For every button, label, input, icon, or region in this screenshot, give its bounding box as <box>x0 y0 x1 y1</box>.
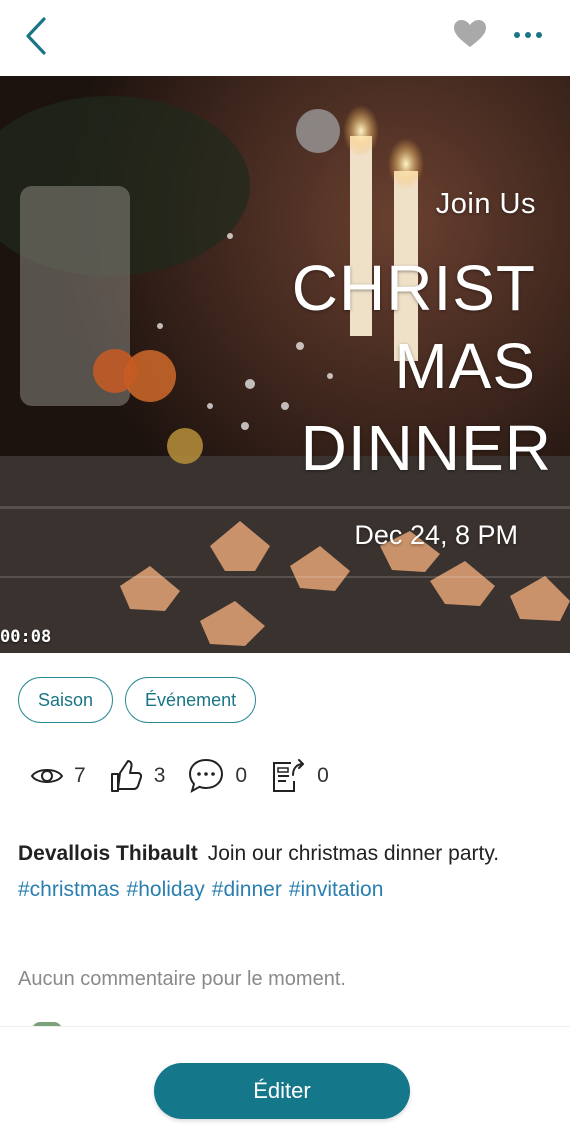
edit-button[interactable]: Éditer <box>154 1063 410 1119</box>
comments-stat[interactable]: 0 <box>187 757 247 795</box>
heart-icon <box>454 20 486 47</box>
chevron-left-icon <box>26 17 46 55</box>
author-name[interactable]: Devallois Thibault <box>18 842 198 865</box>
likes-stat[interactable]: 3 <box>108 758 166 794</box>
overlay-title-line-3: DINNER <box>300 412 552 484</box>
hashtag-link[interactable]: #dinner <box>212 878 282 901</box>
tag-chip[interactable]: Saison <box>18 677 114 723</box>
likes-count: 3 <box>153 764 166 787</box>
post-body: Devallois Thibault Join our christmas din… <box>18 836 548 908</box>
event-video[interactable]: Join Us CHRIST MAS DINNER Dec 24, 8 PM 0… <box>0 76 570 653</box>
comments-count: 0 <box>235 764 248 787</box>
comment-bubble-icon <box>189 758 224 794</box>
hashtag-link[interactable]: #christmas <box>18 878 120 901</box>
views-count: 7 <box>74 764 86 787</box>
top-bar <box>0 0 570 76</box>
more-options-button[interactable] <box>506 18 550 52</box>
hashtag-link[interactable]: #invitation <box>289 878 384 901</box>
hashtag-list: #christmas #holiday #dinner #invitation <box>18 872 548 908</box>
thumbs-up-icon <box>110 760 142 792</box>
more-horizontal-icon <box>514 32 542 38</box>
tag-list: Saison Événement <box>18 677 257 723</box>
video-timer: 00:08 <box>0 627 52 647</box>
views-stat: 7 <box>30 764 86 788</box>
shares-stat[interactable]: 0 <box>269 757 329 795</box>
hashtag-link[interactable]: #holiday <box>127 878 205 901</box>
overlay-title-line-1: CHRIST <box>291 252 536 324</box>
post-text: Join our christmas dinner party. <box>207 842 500 865</box>
eye-icon <box>30 769 64 783</box>
back-button[interactable] <box>18 14 58 58</box>
tag-chip[interactable]: Événement <box>125 677 257 723</box>
no-comments-message: Aucun commentaire pour le moment. <box>18 968 346 990</box>
favorite-button[interactable] <box>450 16 490 52</box>
overlay-date-text: Dec 24, 8 PM <box>354 520 518 550</box>
post-stats: 7 3 0 0 <box>30 757 351 795</box>
overlay-join-text: Join Us <box>435 188 536 220</box>
share-document-icon <box>273 759 305 792</box>
overlay-title-line-2: MAS <box>394 330 536 402</box>
shares-count: 0 <box>317 764 329 787</box>
